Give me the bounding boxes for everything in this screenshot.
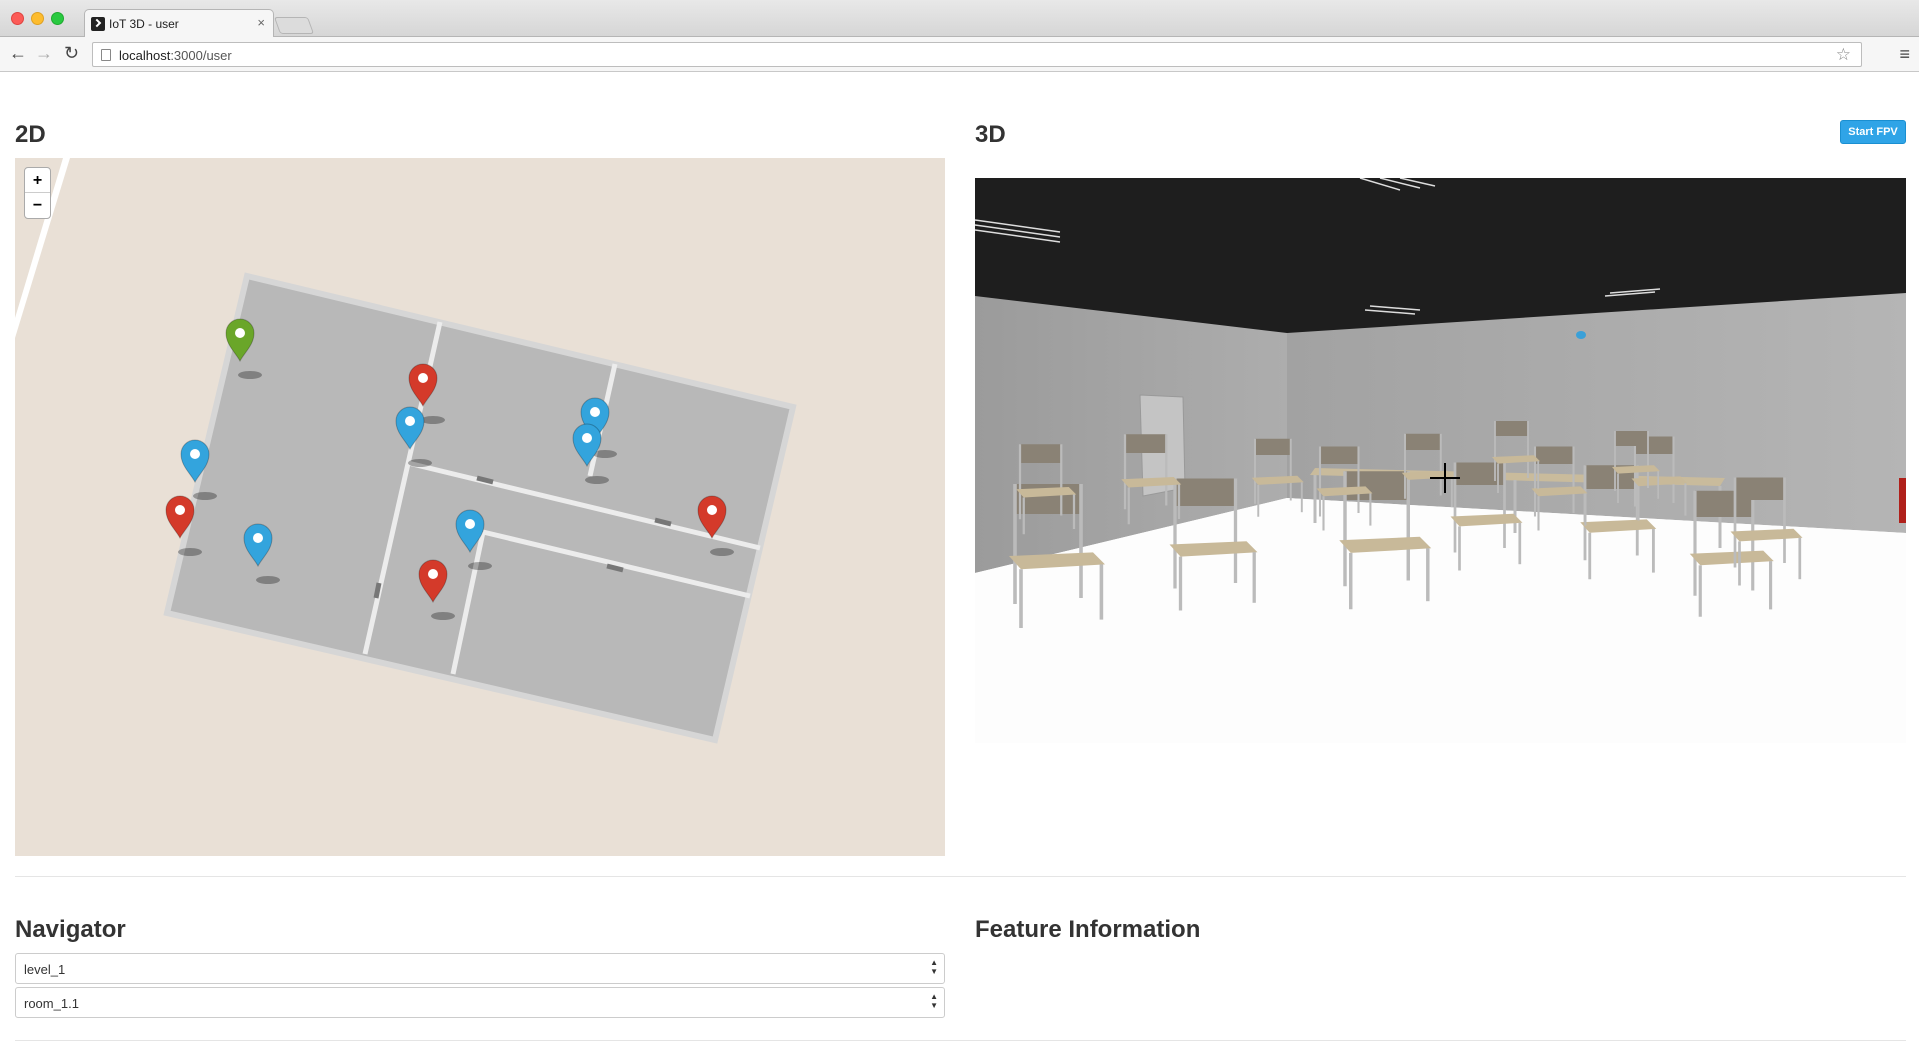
- navigation-arrow-icon: [235, 328, 245, 338]
- room-select-value: room_1.1: [24, 996, 79, 1011]
- address-url: localhost:3000/user: [119, 48, 232, 63]
- level-select[interactable]: level_1 ▲ ▼: [15, 953, 945, 984]
- fire-extinguisher-icon: [428, 569, 438, 579]
- select-arrows-icon: ▲ ▼: [930, 992, 938, 1010]
- fire-extinguisher-icon: [418, 373, 428, 383]
- back-arrow-icon[interactable]: ←: [9, 43, 27, 64]
- level-select-value: level_1: [24, 962, 66, 977]
- browser-toolbar: ← → ↻ localhost:3000/user ☆: [0, 37, 1919, 72]
- extinguisher: [1899, 478, 1906, 523]
- tab-title: IoT 3D - user: [109, 17, 179, 31]
- wifi-icon: [590, 407, 600, 417]
- scene-3d-viewport[interactable]: [975, 178, 1906, 743]
- start-fpv-button[interactable]: Start FPV: [1840, 120, 1906, 144]
- wifi-icon: [190, 449, 200, 459]
- door: [373, 582, 382, 599]
- section-divider: [15, 1040, 1906, 1041]
- scene-3d: [975, 178, 1906, 743]
- feature-info-title: Feature Information: [975, 916, 1201, 943]
- fire-extinguisher-icon: [175, 505, 185, 515]
- window-zoom-button[interactable]: [51, 12, 64, 25]
- camera-icon: [253, 533, 263, 543]
- browser-tab[interactable]: IoT 3D - user ×: [84, 9, 274, 38]
- zoom-in-button[interactable]: +: [25, 168, 50, 193]
- sensor: [1576, 331, 1586, 339]
- browser-menu-icon[interactable]: ≡: [1899, 44, 1910, 65]
- signal-icon: [582, 433, 592, 443]
- address-bar[interactable]: localhost:3000/user ☆: [92, 42, 1862, 67]
- zoom-control: + −: [24, 167, 51, 219]
- bookmark-star-icon[interactable]: ☆: [1836, 45, 1851, 65]
- wifi-icon: [465, 519, 475, 529]
- navigator-title: Navigator: [15, 916, 126, 943]
- map-2d[interactable]: + −: [15, 158, 945, 856]
- window-minimize-button[interactable]: [31, 12, 44, 25]
- room-select[interactable]: room_1.1 ▲ ▼: [15, 987, 945, 1018]
- zoom-out-button[interactable]: −: [25, 193, 50, 218]
- view-panel-title: 3D: [975, 121, 1006, 148]
- section-divider: [15, 876, 1906, 877]
- page-icon: [101, 49, 111, 61]
- page-content: 2D 3D Start FPV + − Navigator Feature In…: [0, 73, 1919, 1058]
- fire-extinguisher-icon: [707, 505, 717, 515]
- select-arrows-icon: ▲ ▼: [930, 958, 938, 976]
- browser-titlebar: IoT 3D - user ×: [0, 0, 1919, 38]
- reload-icon[interactable]: ↻: [64, 43, 79, 64]
- floor-plan: [15, 158, 797, 744]
- forward-arrow-icon[interactable]: →: [35, 43, 53, 64]
- terminal-favicon-icon: [91, 17, 105, 31]
- window-close-button[interactable]: [11, 12, 24, 25]
- map-panel-title: 2D: [15, 121, 46, 148]
- camera-icon: [405, 416, 415, 426]
- tab-close-icon[interactable]: ×: [257, 15, 265, 30]
- new-tab-button[interactable]: [273, 17, 315, 34]
